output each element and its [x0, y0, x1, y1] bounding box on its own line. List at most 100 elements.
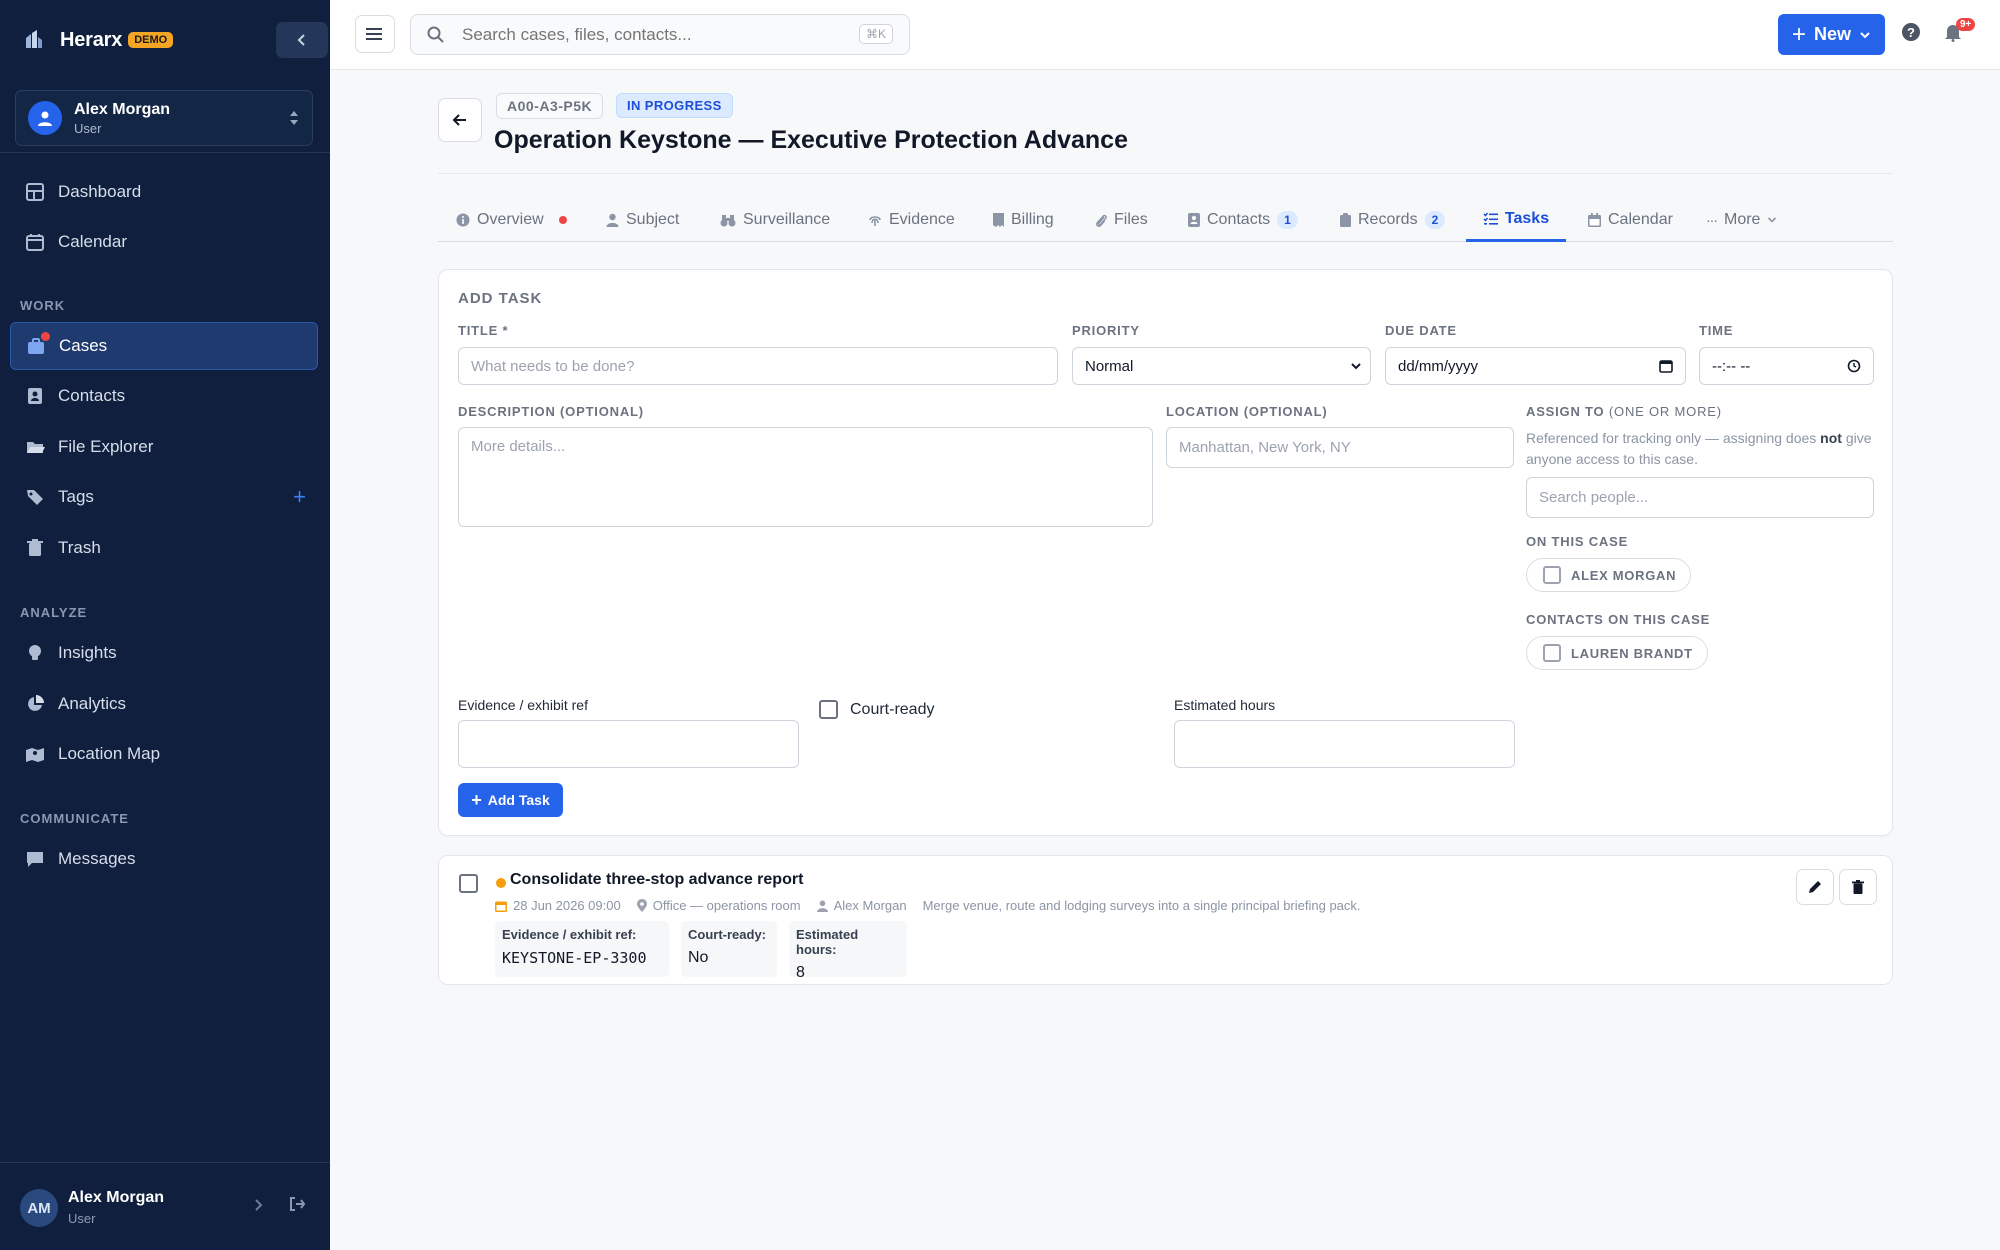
sidebar-item-dashboard[interactable]: Dashboard: [10, 168, 318, 216]
edit-task-button[interactable]: [1796, 869, 1834, 905]
tab-evidence[interactable]: Evidence: [868, 198, 955, 242]
sidebar-item-cases[interactable]: Cases: [10, 322, 318, 370]
user-icon: [38, 111, 52, 126]
assignee-chip[interactable]: ALEX MORGAN: [1526, 558, 1692, 592]
add-task-label: Add Task: [487, 792, 550, 808]
clock-icon: [1847, 359, 1861, 373]
notification-badge: 9+: [1956, 18, 1976, 31]
chevron-down-icon: [1860, 31, 1870, 38]
contact-card-icon: [1188, 213, 1200, 227]
task-title-input[interactable]: What needs to be done?: [458, 347, 1058, 385]
global-search[interactable]: ⌘K: [410, 14, 910, 55]
description-label: DESCRIPTION (OPTIONAL): [458, 404, 644, 419]
brand[interactable]: Herarx DEMO: [22, 24, 174, 56]
case-tabs: Overview Subject Surveillance Evidence B…: [438, 198, 1893, 242]
tab-label: Surveillance: [743, 211, 831, 228]
court-ready-checkbox[interactable]: [819, 700, 838, 719]
tab-overview[interactable]: Overview: [456, 198, 567, 242]
evidence-ref-input[interactable]: [458, 720, 799, 768]
assignee-checkbox[interactable]: [1543, 566, 1561, 584]
contact-name: LAUREN BRANDT: [1571, 645, 1693, 661]
assign-label-suffix: (ONE OR MORE): [1608, 404, 1722, 419]
chevron-down-icon: [1768, 217, 1777, 223]
court-ready-field[interactable]: Court-ready: [819, 700, 934, 719]
task-meta: 28 Jun 2026 09:00 Office — operations ro…: [495, 898, 1361, 913]
briefcase-icon: [25, 332, 50, 357]
sidebar-item-contacts[interactable]: Contacts: [10, 372, 318, 420]
sidebar-item-trash[interactable]: Trash: [10, 524, 318, 572]
priority-dot: [496, 878, 506, 888]
tab-calendar[interactable]: Calendar: [1588, 198, 1673, 242]
chevron-down-icon: [1351, 363, 1361, 370]
add-tag-icon[interactable]: +: [293, 484, 306, 510]
location-label: LOCATION (OPTIONAL): [1166, 404, 1328, 419]
chevron-left-icon: [297, 34, 305, 46]
logout-icon[interactable]: [288, 1195, 306, 1213]
sidebar-item-label: Insights: [58, 643, 117, 662]
delete-task-button[interactable]: [1839, 869, 1877, 905]
contacts-count-badge: 1: [1277, 211, 1298, 229]
search-input[interactable]: [462, 24, 842, 45]
task-date: 28 Jun 2026 09:00: [513, 898, 621, 913]
collapse-sidebar-button[interactable]: [276, 22, 328, 58]
add-task-button[interactable]: + Add Task: [458, 783, 563, 817]
tab-label: Billing: [1011, 211, 1054, 228]
task-location-text: Office — operations room: [652, 898, 801, 913]
sidebar-item-tags[interactable]: Tags +: [10, 473, 318, 521]
description-textarea[interactable]: More details...: [458, 427, 1153, 527]
header-divider: [438, 173, 1893, 174]
info-icon: [456, 213, 470, 227]
user-icon: [816, 900, 828, 912]
calendar-icon: [1659, 360, 1673, 373]
tab-billing[interactable]: Billing: [993, 198, 1054, 242]
task-complete-checkbox[interactable]: [459, 874, 478, 893]
page-title: Operation Keystone — Executive Protectio…: [494, 126, 1128, 154]
sidebar-item-calendar[interactable]: Calendar: [10, 218, 318, 266]
tab-more[interactable]: ··· More: [1706, 198, 1777, 242]
ellipsis-icon: ···: [1706, 212, 1718, 228]
hamburger-icon: [366, 28, 382, 40]
task-list-icon: [1483, 212, 1498, 225]
field-label: Evidence / exhibit ref:: [502, 927, 637, 942]
binoculars-icon: [720, 215, 736, 227]
contact-chip[interactable]: LAUREN BRANDT: [1526, 636, 1708, 670]
records-count-badge: 2: [1424, 211, 1446, 229]
new-button[interactable]: + New: [1778, 14, 1885, 55]
sidebar-item-file-explorer[interactable]: File Explorer: [10, 423, 318, 471]
tab-subject[interactable]: Subject: [606, 198, 679, 242]
add-task-card: ADD TASK TITLE * What needs to be done? …: [438, 269, 1893, 836]
map-location-icon: [24, 743, 46, 765]
back-button[interactable]: [438, 98, 482, 142]
priority-select[interactable]: Normal: [1072, 347, 1371, 385]
sidebar-item-insights[interactable]: Insights: [10, 629, 318, 677]
alert-dot: [558, 216, 567, 224]
help-icon[interactable]: ?: [1901, 22, 1921, 42]
sidebar-item-messages[interactable]: Messages: [10, 835, 318, 883]
assign-help-part: Referenced for tracking only — assigning…: [1526, 430, 1821, 446]
tab-files[interactable]: Files: [1095, 198, 1148, 242]
search-people-input[interactable]: Search people...: [1526, 477, 1874, 518]
assign-help-text: Referenced for tracking only — assigning…: [1526, 428, 1876, 470]
tab-tasks[interactable]: Tasks: [1466, 198, 1566, 242]
title-label: TITLE *: [458, 323, 509, 338]
time-input[interactable]: --:-- --: [1699, 347, 1874, 385]
sidebar-item-location-map[interactable]: Location Map: [10, 730, 318, 778]
sidebar-item-analytics[interactable]: Analytics: [10, 680, 318, 728]
pie-chart-icon: [24, 693, 46, 715]
footer-avatar[interactable]: AM: [20, 1189, 58, 1227]
menu-button[interactable]: [355, 15, 395, 53]
tab-records[interactable]: Records 2: [1340, 198, 1446, 242]
case-id-badge: A00-A3-P5K: [496, 93, 604, 119]
chevron-right-icon[interactable]: [252, 1197, 266, 1213]
location-input[interactable]: Manhattan, New York, NY: [1166, 427, 1514, 468]
sidebar-item-label: Trash: [58, 538, 101, 557]
estimated-hours-input[interactable]: [1174, 720, 1515, 768]
contact-checkbox[interactable]: [1543, 644, 1561, 662]
account-avatar: [28, 101, 62, 135]
notification-dot: [41, 332, 50, 341]
account-switcher[interactable]: Alex Morgan User: [15, 90, 313, 146]
tab-contacts[interactable]: Contacts 1: [1188, 198, 1298, 242]
due-date-input[interactable]: dd/mm/yyyy: [1385, 347, 1686, 385]
on-case-label: ON THIS CASE: [1526, 534, 1629, 549]
tab-surveillance[interactable]: Surveillance: [720, 198, 830, 242]
